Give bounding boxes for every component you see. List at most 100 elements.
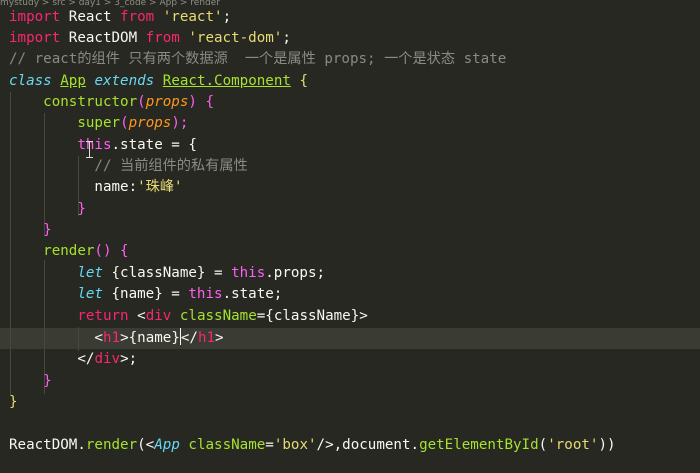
code-line-14: let {name} = this.state; (9, 284, 282, 305)
base-class: React (162, 73, 206, 89)
function-name: render (85, 437, 138, 453)
code-line-2: import ReactDOM from 'react-dom'; (9, 28, 291, 49)
string: 'react-dom' (188, 30, 283, 46)
keyword: extends (94, 73, 155, 89)
code-line-8: // 当前组件的私有属性 (9, 156, 248, 177)
code-text: ={className}> (256, 308, 368, 324)
semicolon: ; (282, 30, 291, 46)
this-keyword: this (188, 286, 223, 302)
brace: { (290, 73, 309, 89)
code-line-18: } (9, 371, 52, 392)
brace: } (9, 394, 18, 410)
paren: (< (137, 437, 155, 453)
jsx-tag: div (94, 351, 121, 367)
keyword: from (145, 30, 180, 46)
code-text: {name} = (102, 286, 189, 302)
code-line-4: class App extends React.Component { (9, 71, 308, 92)
function-name: constructor (43, 94, 138, 110)
jsx-tag: div (145, 308, 172, 324)
keyword: let (77, 265, 103, 281)
paren: )) (598, 437, 616, 453)
dot: . (410, 437, 420, 453)
ibeam-cursor-icon (86, 141, 94, 158)
keyword: return (77, 308, 129, 324)
string: 'root' (547, 437, 599, 453)
tag-bracket: </ (180, 330, 198, 346)
code-line-1: import React from 'react'; (9, 7, 231, 28)
this-keyword: this (77, 137, 112, 153)
tag-bracket: </ (77, 351, 95, 367)
parameter: props (128, 115, 172, 131)
function-name: render (43, 243, 95, 259)
brace: } (77, 201, 86, 217)
comment: // react的组件 只有两个数据源 一个是属性 props; 一个是状态 s… (9, 51, 507, 67)
code-line-10: } (9, 199, 86, 220)
string: 'react' (162, 9, 223, 25)
code-line-3: // react的组件 只有两个数据源 一个是属性 props; 一个是状态 s… (9, 49, 506, 70)
code-text: .state; (222, 286, 283, 302)
identifier: React (60, 9, 121, 25)
code-text: >; (120, 351, 138, 367)
paren: () { (94, 243, 129, 259)
code-editor[interactable]: mystudy > src > day1 > 3_code > App > re… (0, 0, 700, 473)
brace: } (43, 373, 52, 389)
identifier: ReactDOM (9, 437, 78, 453)
brace: } (43, 222, 52, 238)
base-class: Component (214, 73, 291, 89)
tag-bracket: < (137, 308, 146, 324)
keyword: from (120, 9, 155, 25)
property-key: name: (94, 179, 138, 195)
jsx-attribute: className (188, 437, 266, 453)
code-line-21: ReactDOM.render(<App className='box'/>,d… (9, 435, 616, 456)
jsx-tag: h1 (102, 330, 121, 346)
keyword: import (9, 30, 61, 46)
code-line-17: </div>; (9, 349, 137, 370)
jsx-expression: {name} (128, 330, 180, 346)
paren: ( (120, 115, 129, 131)
string: '珠峰' (137, 179, 183, 195)
keyword: let (77, 286, 103, 302)
function-name: getElementById (419, 437, 539, 453)
comment: // 当前组件的私有属性 (94, 158, 248, 174)
paren: ( (137, 94, 146, 110)
code-line-5: constructor(props) { (9, 92, 214, 113)
code-line-12: render() { (9, 241, 129, 262)
code-line-11: } (9, 220, 52, 241)
tag-bracket: > (120, 330, 129, 346)
equals: = (265, 437, 274, 453)
dot: . (205, 73, 215, 89)
identifier: document (342, 437, 411, 453)
string: 'box' (273, 437, 317, 453)
jsx-component: App (154, 437, 180, 453)
jsx-tag: h1 (197, 330, 216, 346)
code-line-19: } (9, 392, 18, 413)
code-text: .state = { (111, 137, 197, 153)
tag-bracket: < (94, 330, 103, 346)
code-text: />, (316, 437, 343, 453)
dot: . (77, 437, 86, 453)
code-line-13: let {className} = this.props; (9, 263, 325, 284)
class-name: App (60, 73, 86, 89)
code-line-15: return <div className={className}> (9, 306, 368, 327)
paren: ( (538, 437, 548, 453)
code-line-7: this.state = { (9, 135, 197, 156)
paren: ) { (188, 94, 215, 110)
jsx-attribute: className (179, 308, 257, 324)
